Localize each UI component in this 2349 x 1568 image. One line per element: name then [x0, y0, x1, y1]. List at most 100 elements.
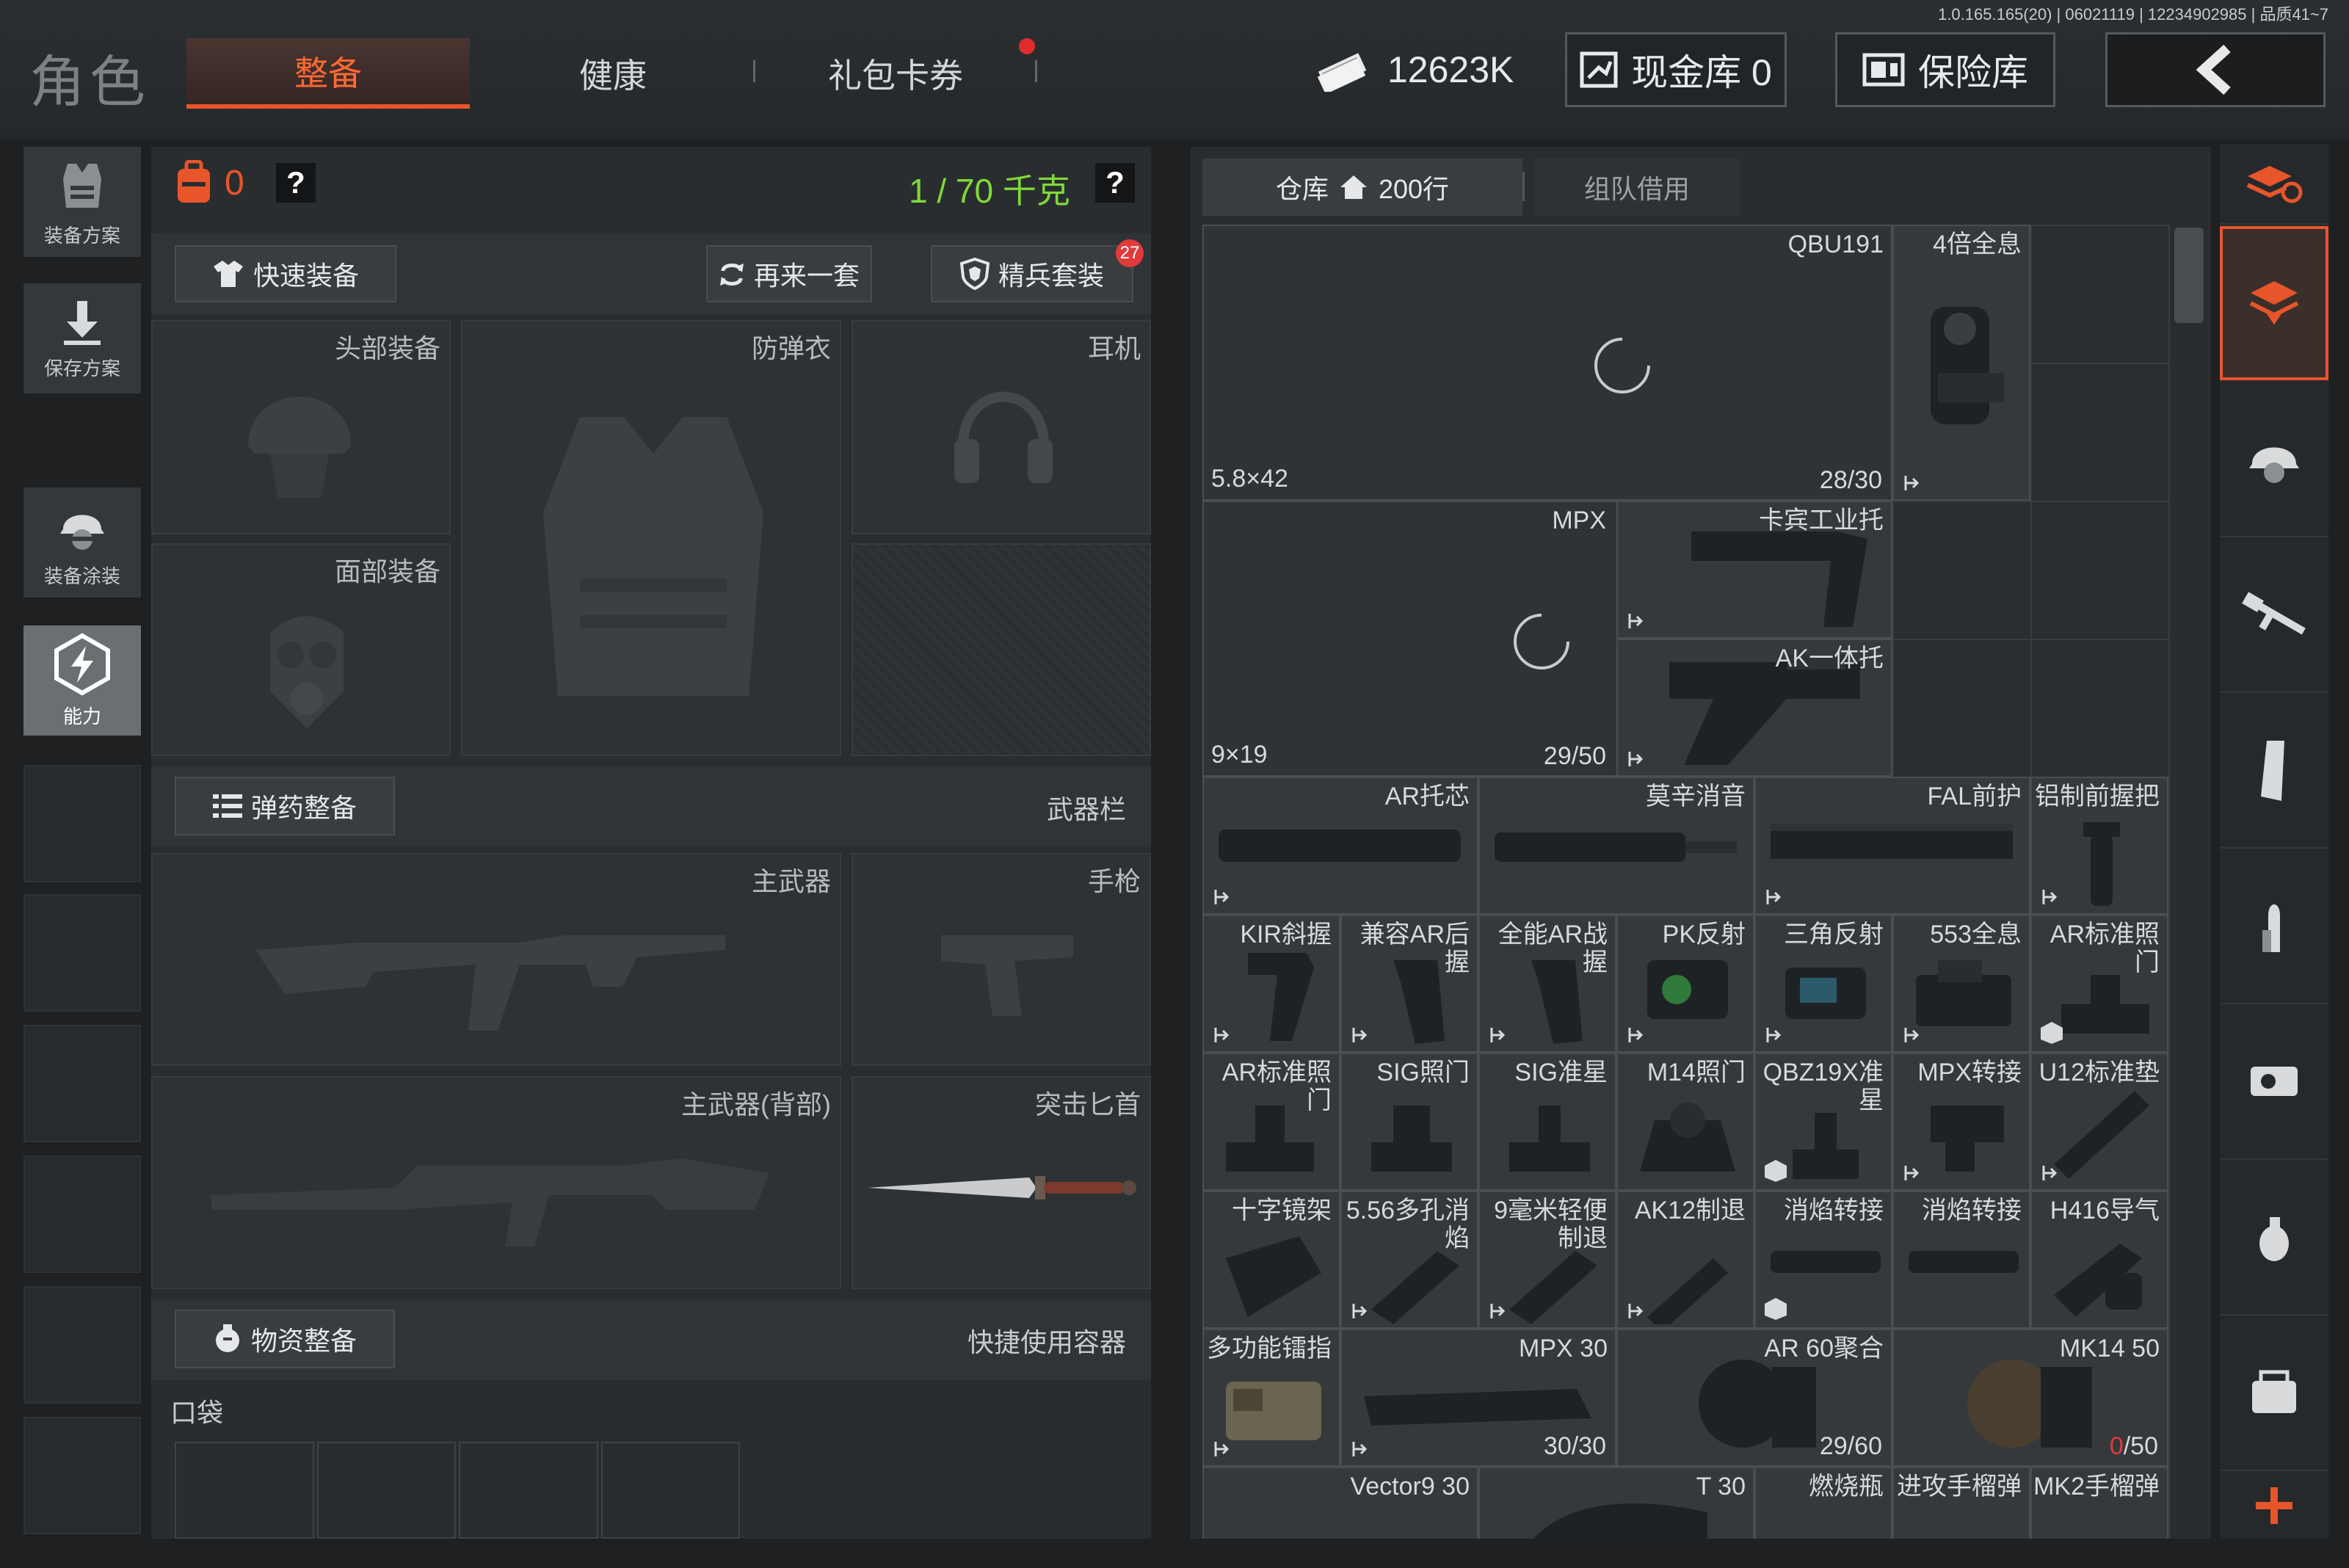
warehouse-tab[interactable]: 仓库 200行	[1202, 159, 1522, 216]
item-mk2-grenade[interactable]: MK2手榴弹	[2030, 1467, 2168, 1539]
pocket-slot[interactable]	[459, 1442, 598, 1539]
item-fal-handguard[interactable]: FAL前护	[1754, 777, 2030, 915]
category-all[interactable]	[2220, 226, 2328, 380]
rifle-silhouette-icon	[255, 935, 725, 1031]
tab-gift[interactable]: 礼包卡券	[793, 38, 998, 109]
item-vector9-mag[interactable]: Vector9 30	[1202, 1467, 1478, 1539]
item-sig-front[interactable]: SIG准星	[1478, 1053, 1616, 1191]
supply-button[interactable]: 物资整备	[175, 1310, 395, 1368]
item-9mm-brake[interactable]: 9毫米轻便制退	[1478, 1191, 1616, 1329]
attach-icon	[1628, 1304, 1644, 1318]
team-borrow-tab[interactable]: 组队借用	[1534, 159, 1740, 216]
category-helmet[interactable]	[2220, 383, 2328, 537]
mount-icon	[1226, 1236, 1321, 1317]
package-icon	[1765, 1160, 1787, 1182]
item-flash-adapter-2[interactable]: 消焰转接	[1892, 1191, 2030, 1329]
scrollbar-thumb[interactable]	[2174, 228, 2204, 323]
quick-equip-button[interactable]: 快速装备	[175, 245, 396, 302]
item-name: QBZ19X准星	[1762, 1059, 1884, 1114]
item-mk14-mag[interactable]: MK14 50 0/50	[1892, 1329, 2168, 1467]
category-magazine[interactable]	[2220, 694, 2328, 849]
item-offensive-grenade[interactable]: 进攻手榴弹	[1892, 1467, 2030, 1539]
back-button[interactable]	[2105, 32, 2326, 107]
nav-loadout-plan[interactable]: 装备方案	[23, 147, 141, 257]
item-ar-rear-sight[interactable]: AR标准照门	[2030, 915, 2168, 1053]
category-ammo[interactable]	[2220, 850, 2328, 1004]
category-rifle[interactable]	[2220, 539, 2328, 693]
item-553-holo[interactable]: 553全息	[1892, 915, 2030, 1053]
category-attachment[interactable]	[2220, 1006, 2328, 1160]
money-amount: 12623K	[1387, 49, 1514, 90]
help-button[interactable]: ?	[276, 163, 316, 203]
item-ar-buffer[interactable]: AR托芯	[1202, 777, 1478, 915]
pocket-slot[interactable]	[175, 1442, 314, 1539]
tab-health[interactable]: 健康	[514, 38, 712, 109]
item-qbz19x-front[interactable]: QBZ19X准星	[1754, 1053, 1892, 1191]
primary-weapon-slot[interactable]: 主武器	[151, 853, 841, 1066]
item-t30-mag[interactable]: T 30	[1478, 1467, 1754, 1539]
item-mpx-30-mag[interactable]: MPX 30 30/30	[1340, 1329, 1616, 1467]
nav-save-plan[interactable]: 保存方案	[23, 283, 141, 393]
handguard-icon	[1771, 824, 2013, 859]
item-ar-battle-grip[interactable]: 全能AR战握	[1478, 915, 1616, 1053]
item-ak12-brake[interactable]: AK12制退	[1616, 1191, 1754, 1329]
item-mpx-adapter[interactable]: MPX转接	[1892, 1053, 2030, 1191]
back-weapon-slot[interactable]: 主武器(背部)	[151, 1076, 841, 1289]
item-ar-rear-grip[interactable]: 兼容AR后握	[1340, 915, 1478, 1053]
item-556-flash-hider[interactable]: 5.56多孔消焰	[1340, 1191, 1478, 1329]
category-grenade[interactable]	[2220, 1161, 2328, 1315]
cash-vault-button[interactable]: 现金库 0	[1565, 32, 1787, 107]
item-kir-grip[interactable]: KIR斜握	[1202, 915, 1340, 1053]
warehouse-tab-count: 200行	[1378, 174, 1450, 204]
item-qbu191[interactable]: QBU191 5.8×42 28/30	[1202, 225, 1892, 501]
item-ak-stock[interactable]: AK一体托	[1616, 639, 1892, 777]
item-cross-mount[interactable]: 十字镜架	[1202, 1191, 1340, 1329]
head-slot[interactable]: 头部装备	[151, 320, 451, 534]
armor-slot[interactable]: 防弹衣	[461, 320, 841, 756]
pocket-slot[interactable]	[316, 1442, 456, 1539]
item-name: MPX	[1552, 507, 1606, 534]
item-alu-foregrip[interactable]: 铝制前握把	[2030, 777, 2168, 915]
magazine-icon	[2261, 741, 2284, 801]
safe-button[interactable]: 保险库	[1835, 32, 2055, 107]
add-category-button[interactable]	[2220, 1473, 2328, 1539]
item-u12-pad[interactable]: U12标准垫	[2030, 1053, 2168, 1191]
item-ar60-mag[interactable]: AR 60聚合 29/60	[1616, 1329, 1892, 1467]
item-carbine-stock[interactable]: 卡宾工业托	[1616, 501, 1892, 639]
pocket-label: 口袋	[170, 1398, 224, 1428]
item-sig-rear[interactable]: SIG照门	[1340, 1053, 1478, 1191]
nav-skin[interactable]: 装备涂装	[23, 487, 141, 598]
face-slot[interactable]: 面部装备	[151, 543, 451, 756]
item-molotov[interactable]: 燃烧瓶	[1754, 1467, 1892, 1539]
iron-sight-icon	[1640, 1103, 1735, 1172]
item-name: SIG照门	[1376, 1059, 1470, 1086]
item-mosin-suppressor[interactable]: 莫辛消音	[1478, 777, 1754, 915]
item-flash-adapter-1[interactable]: 消焰转接	[1754, 1191, 1892, 1329]
nav-ability[interactable]: 能力	[23, 625, 141, 736]
earphone-slot[interactable]: 耳机	[852, 320, 1151, 534]
buttpad-icon	[2054, 1091, 2149, 1179]
ammo-label: 弹药整备	[250, 793, 357, 823]
again-button[interactable]: 再来一套	[706, 245, 872, 302]
backpack-count: 0	[225, 163, 244, 203]
item-ar-rear-sight-2[interactable]: AR标准照门	[1202, 1053, 1340, 1191]
ammo-button[interactable]: 弹药整备	[175, 777, 395, 835]
empty-nav-slot	[23, 1286, 141, 1404]
pocket-slot[interactable]	[600, 1442, 740, 1539]
item-4x-holo[interactable]: 4倍全息	[1892, 225, 2030, 501]
pistol-slot[interactable]: 手枪	[852, 853, 1151, 1066]
item-h416-gas[interactable]: H416导气	[2030, 1191, 2168, 1329]
item-pk-reflex[interactable]: PK反射	[1616, 915, 1754, 1053]
item-m14-rear[interactable]: M14照门	[1616, 1053, 1754, 1191]
sort-refresh-button[interactable]	[2220, 144, 2328, 225]
item-triangle-reflex[interactable]: 三角反射	[1754, 915, 1892, 1053]
category-container[interactable]	[2220, 1317, 2328, 1471]
item-name: 9毫米轻便制退	[1494, 1197, 1608, 1252]
tab-equip-label: 整备	[294, 54, 362, 92]
tab-equip[interactable]: 整备	[186, 38, 470, 109]
attach-icon	[1214, 1028, 1230, 1042]
knife-slot[interactable]: 突击匕首	[852, 1076, 1151, 1289]
item-multi-laser[interactable]: 多功能镭指	[1202, 1329, 1340, 1467]
elite-set-button[interactable]: 精兵套装	[931, 245, 1133, 302]
weight-help-button[interactable]: ?	[1095, 163, 1135, 203]
